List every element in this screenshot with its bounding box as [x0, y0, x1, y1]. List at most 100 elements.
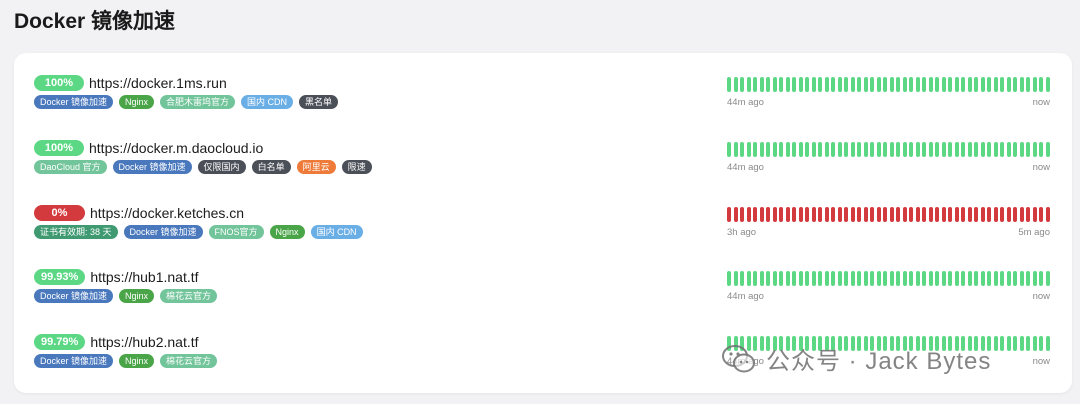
heartbeat-beat[interactable] — [935, 271, 939, 286]
heartbeat-beat[interactable] — [766, 207, 770, 222]
heartbeat-beat[interactable] — [876, 77, 881, 92]
heartbeat-beat[interactable] — [740, 77, 744, 92]
monitor-url[interactable]: https://docker.ketches.cn — [90, 204, 244, 222]
heartbeat-beat[interactable] — [798, 142, 803, 157]
heartbeat-beat[interactable] — [740, 142, 744, 157]
heartbeat-beat[interactable] — [974, 271, 978, 286]
heartbeat-beat[interactable] — [857, 77, 861, 92]
heartbeat-beat[interactable] — [1000, 336, 1004, 351]
heartbeat-beat[interactable] — [844, 142, 848, 157]
heartbeat-beat[interactable] — [811, 271, 816, 286]
heartbeat-beat[interactable] — [1013, 271, 1017, 286]
heartbeat-beat[interactable] — [824, 142, 829, 157]
heartbeat-beat[interactable] — [909, 271, 913, 286]
heartbeat-beat[interactable] — [883, 77, 887, 92]
heartbeat-beat[interactable] — [922, 142, 926, 157]
heartbeat-beat[interactable] — [870, 271, 874, 286]
heartbeat-beat[interactable] — [863, 207, 868, 222]
heartbeat-beat[interactable] — [935, 207, 939, 222]
heartbeat-beat[interactable] — [727, 77, 731, 92]
heartbeat-beat[interactable] — [922, 207, 926, 222]
heartbeat-beat[interactable] — [1032, 336, 1037, 351]
heartbeat-beat[interactable] — [1026, 336, 1030, 351]
monitor-url[interactable]: https://docker.1ms.run — [89, 74, 227, 92]
heartbeat-beat[interactable] — [850, 207, 855, 222]
heartbeat-beat[interactable] — [844, 77, 848, 92]
heartbeat-beat[interactable] — [987, 142, 991, 157]
monitor-item[interactable]: 100% https://docker.1ms.run Docker 镜像加速 … — [14, 73, 1072, 133]
heartbeat-beat[interactable] — [889, 77, 894, 92]
heartbeat-beat[interactable] — [1006, 207, 1011, 222]
heartbeat-beat[interactable] — [941, 207, 946, 222]
heartbeat-beat[interactable] — [980, 207, 985, 222]
monitor-url[interactable]: https://docker.m.daocloud.io — [89, 139, 263, 157]
heartbeat-beat[interactable] — [1045, 142, 1050, 157]
heartbeat-beat[interactable] — [961, 207, 965, 222]
heartbeat-beat[interactable] — [772, 271, 777, 286]
heartbeat-beat[interactable] — [857, 207, 861, 222]
heartbeat-beat[interactable] — [1026, 207, 1030, 222]
heartbeat-beat[interactable] — [805, 77, 809, 92]
heartbeat-beat[interactable] — [798, 271, 803, 286]
heartbeat-beat[interactable] — [909, 207, 913, 222]
heartbeat-beat[interactable] — [967, 142, 972, 157]
heartbeat-beat[interactable] — [772, 207, 777, 222]
heartbeat-beat[interactable] — [902, 77, 907, 92]
heartbeat-beat[interactable] — [1039, 207, 1043, 222]
heartbeat-beat[interactable] — [850, 271, 855, 286]
heartbeat-beat[interactable] — [1045, 77, 1050, 92]
heartbeat-beat[interactable] — [798, 77, 803, 92]
heartbeat-beat[interactable] — [805, 271, 809, 286]
heartbeat-beat[interactable] — [863, 77, 868, 92]
heartbeat-beat[interactable] — [961, 271, 965, 286]
heartbeat-beat[interactable] — [1039, 336, 1043, 351]
heartbeat-beat[interactable] — [1045, 271, 1050, 286]
heartbeat-beat[interactable] — [1019, 207, 1024, 222]
heartbeat-beat[interactable] — [818, 207, 822, 222]
heartbeat-beat[interactable] — [1026, 142, 1030, 157]
heartbeat-beat[interactable] — [980, 271, 985, 286]
heartbeat-beat[interactable] — [831, 207, 835, 222]
heartbeat-beat[interactable] — [772, 142, 777, 157]
heartbeat-beat[interactable] — [915, 207, 920, 222]
heartbeat-beat[interactable] — [1000, 207, 1004, 222]
heartbeat-beat[interactable] — [889, 207, 894, 222]
heartbeat-beat[interactable] — [935, 142, 939, 157]
heartbeat-beat[interactable] — [844, 207, 848, 222]
heartbeat-beat[interactable] — [759, 142, 764, 157]
heartbeat-beat[interactable] — [896, 77, 900, 92]
heartbeat-beat[interactable] — [759, 271, 764, 286]
heartbeat-beat[interactable] — [798, 207, 803, 222]
heartbeat-beat[interactable] — [954, 271, 959, 286]
heartbeat-beat[interactable] — [941, 77, 946, 92]
heartbeat-beat[interactable] — [954, 207, 959, 222]
heartbeat-beat[interactable] — [896, 207, 900, 222]
heartbeat-beat[interactable] — [1006, 142, 1011, 157]
heartbeat-beat[interactable] — [974, 207, 978, 222]
heartbeat-beat[interactable] — [740, 207, 744, 222]
heartbeat-beat[interactable] — [753, 271, 757, 286]
heartbeat-beat[interactable] — [766, 77, 770, 92]
heartbeat-beat[interactable] — [766, 142, 770, 157]
heartbeat-beat[interactable] — [785, 271, 790, 286]
heartbeat-beat[interactable] — [1013, 142, 1017, 157]
heartbeat-beat[interactable] — [902, 207, 907, 222]
heartbeat-beat[interactable] — [883, 142, 887, 157]
heartbeat-beat[interactable] — [987, 271, 991, 286]
heartbeat-beat[interactable] — [792, 271, 796, 286]
heartbeat-beat[interactable] — [993, 142, 998, 157]
heartbeat-beat[interactable] — [824, 77, 829, 92]
monitor-item[interactable]: 100% https://docker.m.daocloud.io DaoClo… — [14, 138, 1072, 198]
heartbeat-beat[interactable] — [1032, 77, 1037, 92]
heartbeat-beat[interactable] — [909, 77, 913, 92]
heartbeat-beat[interactable] — [974, 142, 978, 157]
heartbeat-beat[interactable] — [922, 77, 926, 92]
heartbeat-beat[interactable] — [896, 142, 900, 157]
heartbeat-beat[interactable] — [935, 77, 939, 92]
heartbeat-beat[interactable] — [1006, 271, 1011, 286]
heartbeat-beat[interactable] — [1019, 336, 1024, 351]
heartbeat-beat[interactable] — [1000, 77, 1004, 92]
heartbeat-beat[interactable] — [902, 142, 907, 157]
heartbeat-beat[interactable] — [993, 271, 998, 286]
heartbeat-beat[interactable] — [1039, 77, 1043, 92]
